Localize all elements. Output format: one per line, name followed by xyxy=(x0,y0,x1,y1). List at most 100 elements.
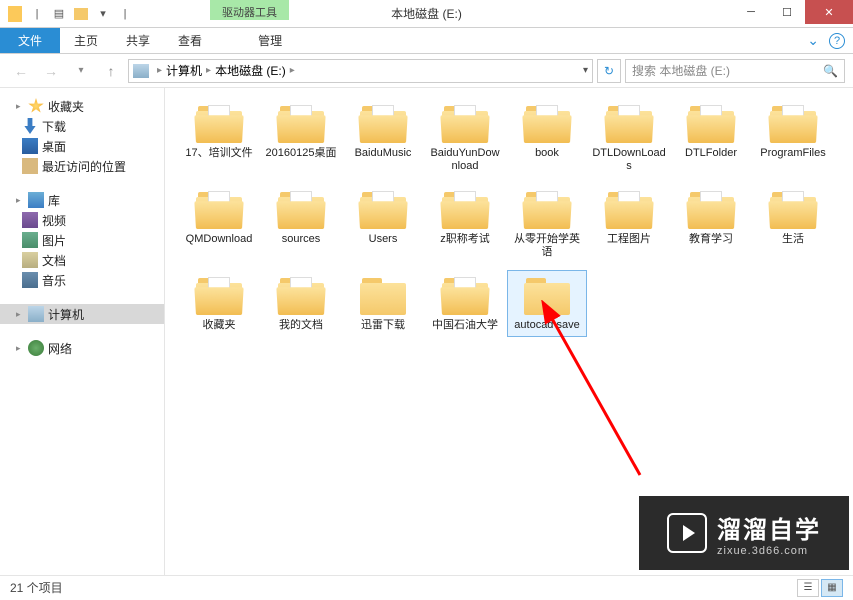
folder-item[interactable]: 迅雷下载 xyxy=(343,270,423,337)
folder-icon xyxy=(686,103,736,145)
address-box[interactable]: ▸ 计算机 ▸ 本地磁盘 (E:) ▸ ▾ xyxy=(128,59,593,83)
help-icon[interactable]: ? xyxy=(829,33,845,49)
up-button[interactable]: ↑ xyxy=(98,58,124,84)
refresh-button[interactable]: ↻ xyxy=(597,59,621,83)
folder-item[interactable]: 我的文档 xyxy=(261,270,341,337)
tree-music[interactable]: 音乐 xyxy=(0,270,164,290)
quick-access-toolbar: | ▤ ▾ | xyxy=(0,3,136,25)
folder-item[interactable]: 收藏夹 xyxy=(179,270,259,337)
folder-item[interactable]: autocad save xyxy=(507,270,587,337)
breadcrumb-separator-icon[interactable]: ▸ xyxy=(157,65,162,76)
folder-icon-small xyxy=(4,3,26,25)
folder-item[interactable]: 生活 xyxy=(753,184,833,264)
tree-library[interactable]: ▸库 xyxy=(0,190,164,210)
tree-computer[interactable]: ▸计算机 xyxy=(0,304,164,324)
maximize-button[interactable]: ☐ xyxy=(769,0,805,24)
folder-icon xyxy=(604,189,654,231)
search-input[interactable]: 搜索 本地磁盘 (E:) 🔍 xyxy=(625,59,845,83)
folder-item[interactable]: DTLFolder xyxy=(671,98,751,178)
ribbon-share-tab[interactable]: 共享 xyxy=(112,28,164,53)
folder-label: autocad save xyxy=(514,319,579,332)
folder-item[interactable]: DTLDownLoads xyxy=(589,98,669,178)
chevron-right-icon[interactable]: ▸ xyxy=(16,195,26,206)
search-placeholder: 搜索 本地磁盘 (E:) xyxy=(632,62,730,79)
folder-item[interactable]: 17、培训文件 xyxy=(179,98,259,178)
tree-video[interactable]: 视频 xyxy=(0,210,164,230)
minimize-button[interactable]: ─ xyxy=(733,0,769,24)
folder-item[interactable]: 教育学习 xyxy=(671,184,751,264)
desktop-icon xyxy=(22,138,38,154)
qat-dropdown-icon[interactable]: ▾ xyxy=(92,3,114,25)
ribbon-file-tab[interactable]: 文件 xyxy=(0,28,60,53)
properties-icon[interactable]: ▤ xyxy=(48,3,70,25)
icons-view-button[interactable]: ▦ xyxy=(821,579,843,597)
tree-favorites[interactable]: ▸收藏夹 xyxy=(0,96,164,116)
folder-icon xyxy=(440,189,490,231)
tree-network[interactable]: ▸网络 xyxy=(0,338,164,358)
folder-item[interactable]: BaiduYunDownload xyxy=(425,98,505,178)
folder-label: 生活 xyxy=(782,233,804,246)
folder-icon xyxy=(358,275,408,317)
ribbon-expand-icon[interactable]: ⌄ xyxy=(807,32,819,49)
computer-icon xyxy=(28,306,44,322)
folder-item[interactable]: Users xyxy=(343,184,423,264)
tree-desktop[interactable]: 桌面 xyxy=(0,136,164,156)
chevron-right-icon[interactable]: ▸ xyxy=(16,101,26,112)
breadcrumb-separator-icon[interactable]: ▸ xyxy=(206,65,211,76)
folder-label: 教育学习 xyxy=(689,233,733,246)
folder-icon xyxy=(358,189,408,231)
folder-item[interactable]: 工程图片 xyxy=(589,184,669,264)
breadcrumb-drive[interactable]: 本地磁盘 (E:) xyxy=(215,62,286,79)
folder-item[interactable]: z职称考试 xyxy=(425,184,505,264)
folder-item[interactable]: BaiduMusic xyxy=(343,98,423,178)
folder-icon xyxy=(686,189,736,231)
chevron-right-icon[interactable]: ▸ xyxy=(16,309,26,320)
folder-label: 我的文档 xyxy=(279,319,323,332)
tree-documents[interactable]: 文档 xyxy=(0,250,164,270)
status-bar: 21 个项目 ☰ ▦ xyxy=(0,575,853,599)
folder-icon xyxy=(522,275,572,317)
item-count: 21 个项目 xyxy=(10,579,63,596)
folder-item[interactable]: 20160125桌面 xyxy=(261,98,341,178)
folder-label: z职称考试 xyxy=(440,233,490,246)
ribbon-manage-tab[interactable]: 管理 xyxy=(244,28,296,53)
folder-item[interactable]: 从零开始学英语 xyxy=(507,184,587,264)
folder-icon xyxy=(358,103,408,145)
folder-icon xyxy=(768,189,818,231)
ribbon: 文件 主页 共享 查看 管理 ⌄ ? xyxy=(0,28,853,54)
star-icon xyxy=(28,98,44,114)
ribbon-home-tab[interactable]: 主页 xyxy=(60,28,112,53)
back-button[interactable]: ← xyxy=(8,58,34,84)
folder-item[interactable]: ProgramFiles xyxy=(753,98,833,178)
folder-item[interactable]: sources xyxy=(261,184,341,264)
titlebar: | ▤ ▾ | 驱动器工具 本地磁盘 (E:) ─ ☐ ✕ xyxy=(0,0,853,28)
tree-recent[interactable]: 最近访问的位置 xyxy=(0,156,164,176)
details-view-button[interactable]: ☰ xyxy=(797,579,819,597)
folder-icon xyxy=(522,189,572,231)
breadcrumb-computer[interactable]: 计算机 xyxy=(166,62,202,79)
watermark-url: zixue.3d66.com xyxy=(717,545,821,557)
recent-dropdown-icon[interactable]: ▾ xyxy=(68,58,94,84)
tree-downloads[interactable]: 下载 xyxy=(0,116,164,136)
ribbon-view-tab[interactable]: 查看 xyxy=(164,28,216,53)
tree-pictures[interactable]: 图片 xyxy=(0,230,164,250)
address-dropdown-icon[interactable]: ▾ xyxy=(583,65,588,76)
folder-item[interactable]: book xyxy=(507,98,587,178)
folder-label: 20160125桌面 xyxy=(266,147,337,160)
close-button[interactable]: ✕ xyxy=(805,0,853,24)
folder-item[interactable]: QMDownload xyxy=(179,184,259,264)
watermark-title: 溜溜自学 xyxy=(717,510,821,545)
folder-label: 工程图片 xyxy=(607,233,651,246)
folder-label: 从零开始学英语 xyxy=(510,233,584,259)
chevron-right-icon[interactable]: ▸ xyxy=(16,343,26,354)
recent-icon xyxy=(22,158,38,174)
folder-item[interactable]: 中国石油大学 xyxy=(425,270,505,337)
open-icon[interactable] xyxy=(70,3,92,25)
folder-label: book xyxy=(535,147,559,160)
folder-icon xyxy=(194,189,244,231)
video-icon xyxy=(22,212,38,228)
forward-button[interactable]: → xyxy=(38,58,64,84)
picture-icon xyxy=(22,232,38,248)
folder-icon xyxy=(276,275,326,317)
breadcrumb-separator-icon[interactable]: ▸ xyxy=(290,65,295,76)
